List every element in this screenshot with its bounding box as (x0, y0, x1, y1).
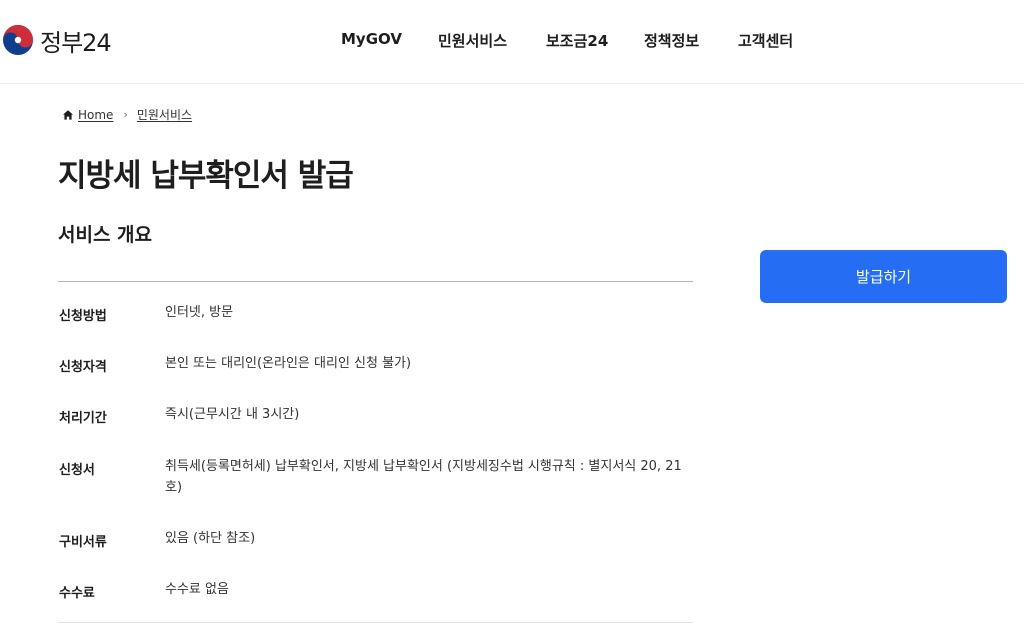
overview-value: 본인 또는 대리인(온라인은 대리인 신청 불가) (165, 356, 412, 371)
overview-top-divider (58, 281, 693, 282)
overview-bottom-divider (58, 622, 693, 623)
overview-label: 처리기간 (59, 411, 107, 426)
overview-label: 수수료 (59, 586, 95, 601)
overview-value: 즉시(근무시간 내 3시간) (165, 407, 300, 422)
main-nav: MyGOV 민원서비스 보조금24 정책정보 고객센터 (0, 30, 1024, 50)
nav-item-civil-services[interactable]: 민원서비스 (438, 30, 507, 51)
overview-label: 신청서 (59, 463, 95, 478)
chevron-right-icon: › (123, 108, 128, 121)
nav-item-customer-center[interactable]: 고객센터 (738, 30, 793, 51)
home-icon (63, 109, 73, 120)
overview-value: 있음 (하단 참조) (165, 531, 256, 546)
overview-label: 신청방법 (59, 309, 107, 324)
breadcrumb-home-link[interactable]: Home (78, 108, 113, 122)
overview-value: 수수료 없음 (165, 582, 229, 597)
overview-value: 인터넷, 방문 (165, 305, 234, 320)
issue-button[interactable]: 발급하기 (760, 250, 1007, 303)
section-title: 서비스 개요 (58, 224, 153, 246)
nav-item-subsidy24[interactable]: 보조금24 (546, 30, 608, 51)
site-header: 정부24 MyGOV 민원서비스 보조금24 정책정보 고객센터 (0, 0, 1024, 84)
nav-item-mygov[interactable]: MyGOV (341, 30, 402, 48)
overview-label: 구비서류 (59, 535, 107, 550)
overview-label: 신청자격 (59, 360, 107, 375)
overview-value: 취득세(등록면허세) 납부확인서, 지방세 납부확인서 (지방세징수법 시행규칙… (165, 459, 682, 495)
breadcrumb: Home › 민원서비스 (62, 106, 192, 123)
page-title: 지방세 납부확인서 발급 (58, 158, 354, 194)
breadcrumb-current-link[interactable]: 민원서비스 (137, 106, 192, 123)
nav-item-policy-info[interactable]: 정책정보 (644, 30, 699, 51)
